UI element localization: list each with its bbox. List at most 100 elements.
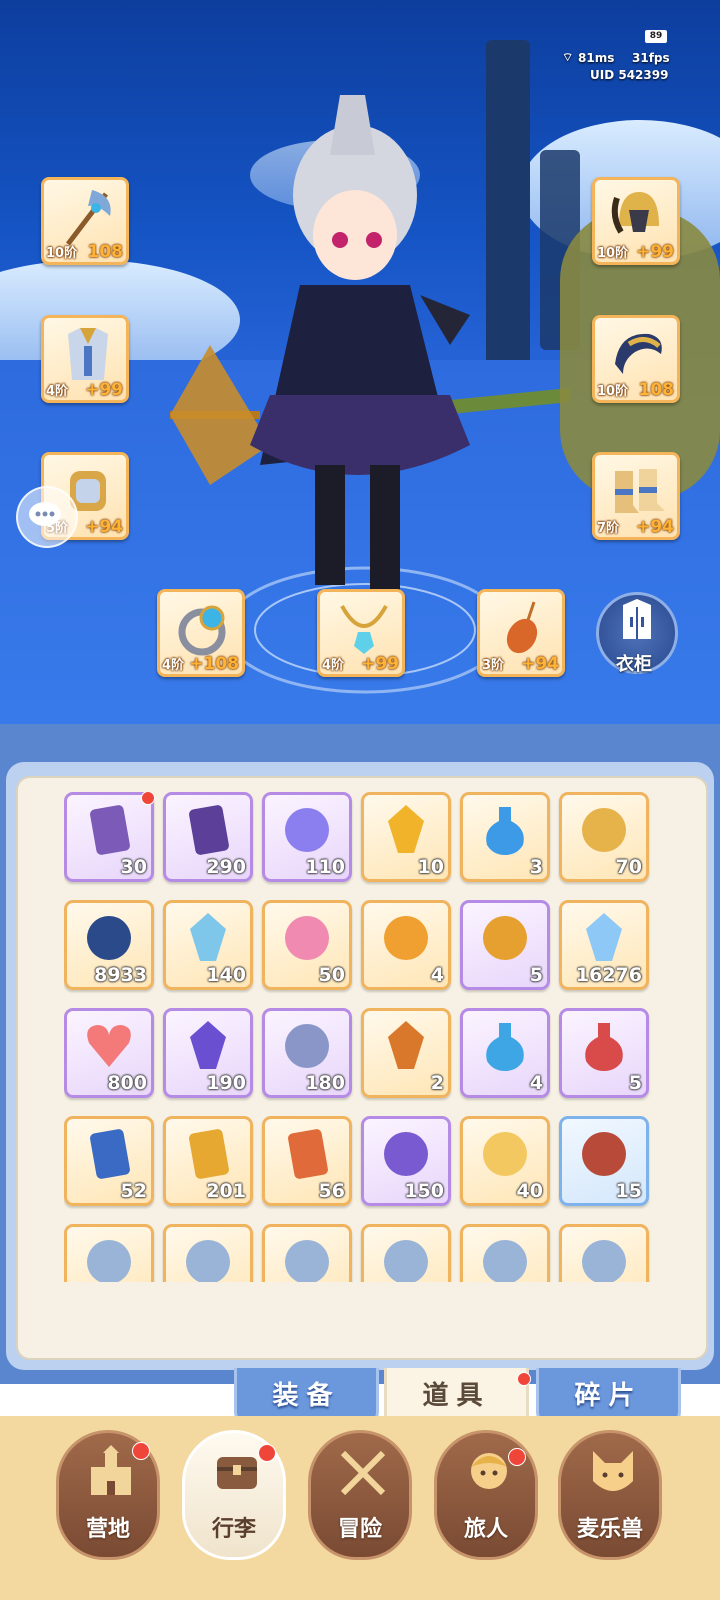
inventory-item[interactable]: 190 xyxy=(163,1008,253,1098)
enhance-level: 108 xyxy=(87,242,124,262)
gold-crystal-icon xyxy=(388,805,424,853)
nav-luggage-badge xyxy=(258,1444,276,1462)
inventory-item[interactable]: 201 xyxy=(163,1116,253,1206)
nav-label: 麦乐兽 xyxy=(576,1517,643,1542)
bag-panel: 30 290 110 10 3 70 8933 140 50 4 5 16276 800 190 180 2 4… xyxy=(16,776,708,1360)
equip-slot-shoulder[interactable]: 10阶 108 xyxy=(592,315,680,403)
nav-camp-badge xyxy=(132,1442,150,1460)
inventory-item[interactable] xyxy=(262,1224,352,1282)
equip-slot-chest[interactable]: 4阶 +99 xyxy=(41,315,129,403)
inventory-item[interactable]: 16276 xyxy=(559,900,649,990)
inventory-item[interactable]: 5 xyxy=(559,1008,649,1098)
item-grid[interactable]: 30 290 110 10 3 70 8933 140 50 4 5 16276 800 190 180 2 4… xyxy=(64,792,664,1282)
inventory-item[interactable]: 50 xyxy=(262,900,352,990)
inventory-item[interactable]: 150 xyxy=(361,1116,451,1206)
character-avatar xyxy=(170,95,570,605)
boots-icon xyxy=(615,469,665,513)
partial-item-icon xyxy=(582,1240,626,1282)
item-count: 800 xyxy=(107,1072,147,1094)
new-item-badge xyxy=(141,792,155,805)
inventory-item[interactable]: 4 xyxy=(361,900,451,990)
item-count: 140 xyxy=(206,964,246,986)
cat-face-icon xyxy=(593,1451,633,1491)
wardrobe-icon xyxy=(623,599,651,639)
bell-icon xyxy=(384,916,428,960)
item-count: 15 xyxy=(615,1180,642,1202)
item-count: 110 xyxy=(305,856,345,878)
enhance-level: +99 xyxy=(85,380,123,400)
tier-label: 7阶 xyxy=(597,521,620,536)
tier-label: 4阶 xyxy=(322,658,345,673)
lyre-icon xyxy=(582,808,626,852)
inventory-item[interactable]: 2 xyxy=(361,1008,451,1098)
inventory-item[interactable]: 70 xyxy=(559,792,649,882)
inventory-item[interactable]: 140 xyxy=(163,900,253,990)
enhance-level: +94 xyxy=(521,654,559,674)
item-count: 8933 xyxy=(94,964,147,986)
character-scene: ⌔ 81ms 31fps UID 542399 89 10阶 108 4阶 +9… xyxy=(0,0,720,760)
partial-item-icon xyxy=(384,1240,428,1282)
nav-label: 旅人 xyxy=(463,1517,508,1542)
tier-label: 4阶 xyxy=(162,658,185,673)
item-count: 5 xyxy=(529,964,543,986)
inventory-item[interactable]: 30 xyxy=(64,792,155,882)
equip-slot-helmet[interactable]: 10阶 +99 xyxy=(592,177,680,265)
inventory-item[interactable]: 4 xyxy=(460,1008,550,1098)
inventory-item[interactable] xyxy=(64,1224,154,1282)
item-count: 52 xyxy=(120,1180,147,1202)
inventory-item[interactable]: 290 xyxy=(163,792,253,882)
portal-orb-icon xyxy=(87,916,131,960)
item-count: 10 xyxy=(417,856,444,878)
item-count: 4 xyxy=(529,1072,543,1094)
battery-indicator: 89 xyxy=(645,30,667,43)
chat-bubble-button[interactable] xyxy=(16,486,78,548)
inventory-item[interactable] xyxy=(460,1224,550,1282)
blue-flask-icon xyxy=(486,1023,524,1071)
snowflake-icon xyxy=(586,913,622,961)
chest-icon xyxy=(217,1457,257,1489)
partial-item-icon xyxy=(87,1240,131,1282)
uid-text: UID 542399 xyxy=(590,68,669,82)
inventory-item[interactable]: 10 xyxy=(361,792,451,882)
inventory-item[interactable]: 5 xyxy=(460,900,550,990)
inventory-item[interactable]: 3 xyxy=(460,792,550,882)
equip-slot-boots[interactable]: 7阶 +94 xyxy=(592,452,680,540)
inventory-item[interactable]: 15 xyxy=(559,1116,649,1206)
enhance-level: +94 xyxy=(636,517,674,537)
inventory-item[interactable] xyxy=(163,1224,253,1282)
inventory-item[interactable]: 110 xyxy=(262,792,352,882)
equip-slot-ring[interactable]: 4阶 +108 xyxy=(157,589,245,677)
partial-item-icon xyxy=(483,1240,527,1282)
inventory-item[interactable]: 8933 xyxy=(64,900,154,990)
nav-adventure[interactable]: 冒险 xyxy=(308,1430,412,1560)
red-eye-card-icon xyxy=(288,1129,328,1179)
enhance-level: +99 xyxy=(636,242,674,262)
inventory-item[interactable]: 56 xyxy=(262,1116,352,1206)
item-count: 180 xyxy=(305,1072,345,1094)
inventory-item[interactable] xyxy=(361,1224,451,1282)
inventory-item[interactable] xyxy=(559,1224,649,1282)
nav-pets[interactable]: 麦乐兽 xyxy=(558,1430,662,1560)
item-count: 190 xyxy=(206,1072,246,1094)
item-count: 3 xyxy=(529,856,543,878)
nav-label: 冒险 xyxy=(337,1517,382,1542)
equip-slot-charm[interactable]: 3阶 +94 xyxy=(477,589,565,677)
horseshoe-icon xyxy=(483,916,527,960)
item-count: 201 xyxy=(206,1180,246,1202)
inventory-item[interactable]: 52 xyxy=(64,1116,154,1206)
equip-slot-weapon[interactable]: 10阶 108 xyxy=(41,177,129,265)
item-count: 2 xyxy=(430,1072,444,1094)
inventory-item[interactable]: 40 xyxy=(460,1116,550,1206)
item-count: 290 xyxy=(206,856,246,878)
item-count: 50 xyxy=(318,964,345,986)
gold-eye-card-icon xyxy=(189,1129,229,1179)
nav-label: 营地 xyxy=(85,1517,130,1542)
fps-text: 31fps xyxy=(632,51,670,65)
nav-travelers-badge xyxy=(508,1448,526,1466)
inventory-item[interactable]: 180 xyxy=(262,1008,352,1098)
fire-crystal-icon xyxy=(388,1021,424,1069)
ice-crystal-icon xyxy=(190,913,226,961)
charm-icon xyxy=(506,601,538,654)
equip-slot-necklace[interactable]: 4阶 +99 xyxy=(317,589,405,677)
inventory-item[interactable]: 800 xyxy=(64,1008,154,1098)
